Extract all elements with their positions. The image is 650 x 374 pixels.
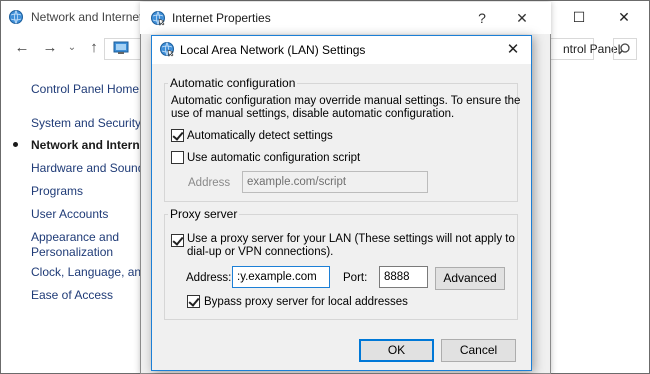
use-proxy-checkbox[interactable]	[171, 234, 184, 247]
sidebar-item-appearance-line1[interactable]: Appearance and	[31, 230, 119, 245]
use-auto-config-script-label[interactable]: Use automatic configuration script	[187, 151, 360, 165]
sidebar-item-hardware-sound[interactable]: Hardware and Sound	[31, 161, 144, 176]
auto-config-description-line2: use of manual settings, disable automati…	[171, 108, 455, 120]
control-panel-title: Network and Internet	[31, 10, 143, 24]
sidebar-item-ease-of-access[interactable]: Ease of Access	[31, 288, 113, 303]
sidebar-item-system-security[interactable]: System and Security	[31, 116, 141, 131]
back-arrow-icon[interactable]: ←	[12, 38, 32, 58]
automatic-configuration-label: Automatic configuration	[168, 76, 298, 90]
close-button[interactable]: ✕	[609, 6, 639, 28]
bypass-local-checkbox[interactable]	[187, 295, 200, 308]
internet-properties-close-button[interactable]: ✕	[505, 7, 539, 29]
lan-settings-title: Local Area Network (LAN) Settings	[180, 43, 366, 57]
sidebar-item-programs[interactable]: Programs	[31, 184, 83, 199]
sidebar-item-clock-language[interactable]: Clock, Language, and	[31, 265, 148, 280]
bypass-local-label[interactable]: Bypass proxy server for local addresses	[204, 295, 408, 309]
proxy-address-label: Address:	[186, 272, 232, 284]
sidebar-item-appearance-line2[interactable]: Personalization	[31, 245, 113, 260]
proxy-address-input[interactable]: :y.example.com	[232, 266, 330, 288]
cancel-button[interactable]: Cancel	[441, 339, 516, 362]
script-address-label: Address	[188, 177, 231, 189]
proxy-server-label: Proxy server	[168, 207, 240, 221]
advanced-button[interactable]: Advanced	[435, 267, 505, 290]
internet-properties-title: Internet Properties	[172, 11, 271, 25]
internet-globe-icon	[160, 42, 174, 57]
automatically-detect-checkbox[interactable]	[171, 129, 184, 142]
proxy-address-value: :y.example.com	[237, 271, 317, 283]
proxy-port-value: 8888	[384, 271, 410, 283]
use-proxy-label-line1[interactable]: Use a proxy server for your LAN (These s…	[187, 232, 515, 246]
network-globe-icon	[9, 10, 23, 24]
up-arrow-icon[interactable]: ↑	[84, 38, 104, 58]
control-panel-home-link[interactable]: Control Panel Home	[31, 82, 139, 97]
search-icon	[618, 43, 630, 55]
sidebar-item-user-accounts[interactable]: User Accounts	[31, 207, 108, 222]
proxy-port-label: Port:	[343, 272, 368, 284]
internet-globe-icon	[151, 11, 165, 26]
recent-locations-chevron-icon[interactable]: ⌄	[62, 38, 82, 58]
maximize-button[interactable]: ☐	[564, 6, 594, 28]
search-button[interactable]	[613, 38, 637, 60]
control-panel-icon	[113, 41, 129, 54]
auto-config-description-line1: Automatic configuration may override man…	[171, 95, 521, 107]
script-address-value: example.com/script	[247, 176, 347, 188]
address-bar-text: ntrol Panel	[563, 42, 621, 56]
use-auto-config-script-checkbox[interactable]	[171, 151, 184, 164]
help-button[interactable]: ?	[470, 7, 494, 29]
ok-button[interactable]: OK	[359, 339, 434, 362]
use-proxy-label-line2[interactable]: dial-up or VPN connections).	[187, 245, 333, 259]
script-address-input[interactable]: example.com/script	[242, 171, 428, 193]
lan-settings-close-button[interactable]: ✕	[495, 36, 531, 64]
forward-arrow-icon[interactable]: →	[40, 38, 60, 58]
current-item-bullet	[13, 142, 18, 147]
proxy-port-input[interactable]: 8888	[379, 266, 428, 288]
automatically-detect-label[interactable]: Automatically detect settings	[187, 129, 333, 143]
sidebar-item-network-internet[interactable]: Network and Internet	[31, 138, 150, 153]
